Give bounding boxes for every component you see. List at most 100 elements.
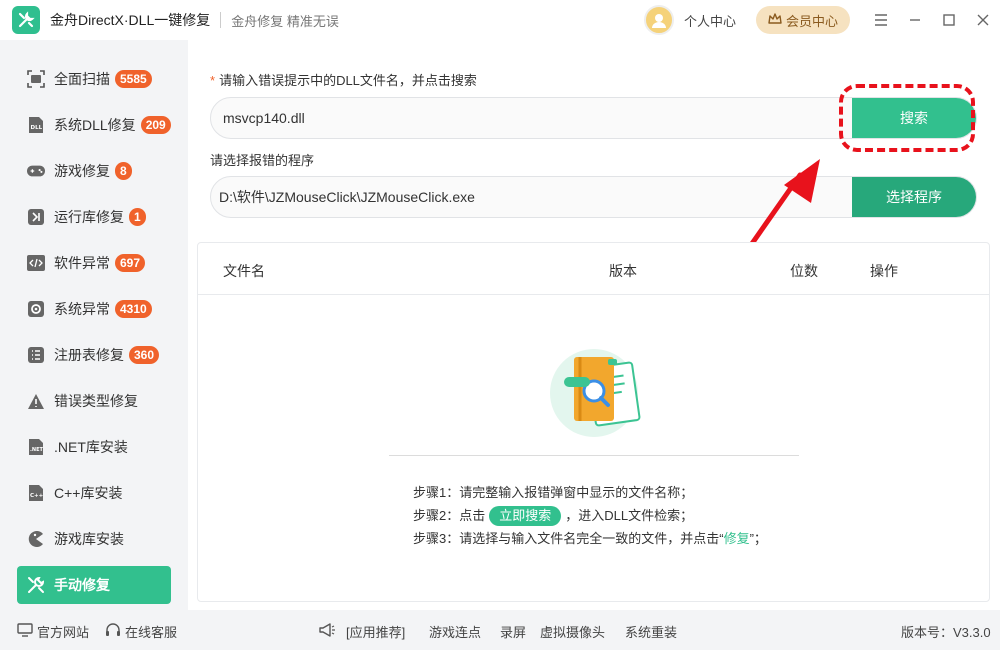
warning-icon: [27, 392, 45, 410]
choose-program-button[interactable]: 选择程序: [852, 177, 976, 217]
column-filename: 文件名: [223, 263, 265, 279]
sidebar-item-full-scan[interactable]: 全面扫描 5585: [17, 60, 171, 98]
gamepad-icon: [27, 162, 45, 180]
sidebar-item-label: 游戏库安装: [54, 531, 124, 547]
sidebar-item-label: C++库安装: [54, 485, 123, 501]
headset-icon: [105, 622, 121, 641]
instruction-steps: 步骤1：请完整输入报错弹窗中显示的文件名称； 步骤2：点击 立即搜索 ，进入DLL文…: [413, 481, 767, 550]
dll-input-label-text: 请输入错误提示中的DLL文件名，并点击搜索: [219, 73, 477, 88]
minimize-icon[interactable]: [898, 0, 932, 40]
column-action: 操作: [870, 263, 898, 279]
dll-icon: DLL: [27, 116, 45, 134]
count-badge: 360: [129, 346, 160, 364]
footer-link-virtual-camera[interactable]: 虚拟摄像头: [540, 622, 605, 641]
step-1: 步骤1：请完整输入报错弹窗中显示的文件名称；: [413, 485, 694, 500]
sidebar-item-label: 手动修复: [54, 577, 110, 593]
count-badge: 4310: [115, 300, 152, 318]
runtime-icon: [27, 208, 45, 226]
step-3-suffix: ”；: [749, 531, 767, 546]
monitor-icon: [17, 623, 33, 640]
app-recommend: [应用推荐]: [318, 622, 405, 641]
divider: [389, 455, 799, 456]
menu-icon[interactable]: [864, 0, 898, 40]
sidebar-item-label: 错误类型修复: [54, 393, 138, 409]
sidebar: 全面扫描 5585 DLL 系统DLL修复 209 游戏修复 8 运行库修复 1…: [0, 40, 188, 610]
title-divider: [220, 12, 222, 28]
vip-center-label: 会员中心: [785, 13, 838, 29]
title-bar: 金舟DirectX·DLL一键修复 金舟修复 精准无误 个人中心 会员中心: [0, 0, 1000, 40]
count-badge: 209: [140, 116, 171, 134]
sidebar-item-cpp-install[interactable]: C++ C++库安装: [17, 474, 171, 512]
app-logo: [12, 6, 40, 34]
pacman-icon: [27, 530, 45, 548]
sidebar-item-label: 运行库修复: [54, 209, 124, 225]
sidebar-item-net-install[interactable]: .NET .NET库安装: [17, 428, 171, 466]
megaphone-icon: [318, 622, 336, 641]
official-website-label: 官方网站: [37, 625, 90, 640]
step-3: 步骤3：请选择与输入文件名完全一致的文件，并点击“修复”；: [413, 527, 767, 550]
step-2: 步骤2：点击 立即搜索 ，进入DLL文件检索；: [413, 504, 767, 527]
avatar[interactable]: [643, 5, 674, 35]
sidebar-item-label: .NET库安装: [54, 439, 128, 455]
sidebar-item-manual-repair[interactable]: 手动修复: [17, 566, 171, 604]
sidebar-item-label: 游戏修复: [54, 163, 110, 179]
online-service-link[interactable]: 在线客服: [105, 622, 177, 641]
code-icon: [27, 254, 45, 272]
program-label: 请选择报错的程序: [210, 153, 315, 168]
column-bits: 位数: [790, 263, 818, 279]
maximize-icon[interactable]: [932, 0, 966, 40]
sidebar-item-runtime-repair[interactable]: 运行库修复 1: [17, 198, 171, 236]
empty-state-illustration: [550, 349, 641, 437]
step-2-suffix: ，进入DLL文件检索；: [565, 508, 694, 523]
table-header: 文件名 版本 位数 操作: [198, 243, 989, 295]
dll-name-input[interactable]: [211, 98, 852, 138]
footer-link-system-reinstall[interactable]: 系统重装: [625, 622, 677, 641]
svg-text:DLL: DLL: [31, 125, 43, 131]
count-badge: 5585: [115, 70, 152, 88]
search-now-pill: 立即搜索: [489, 506, 562, 526]
user-center-link[interactable]: 个人中心: [684, 11, 736, 30]
net-icon: .NET: [27, 438, 45, 456]
sidebar-item-error-type[interactable]: 错误类型修复: [17, 382, 171, 420]
main-panel: *请输入错误提示中的DLL文件名，并点击搜索 搜索 请选择报错的程序 选择程序 …: [188, 40, 1000, 610]
scan-icon: [27, 70, 45, 88]
sidebar-item-game-lib-install[interactable]: 游戏库安装: [17, 520, 171, 558]
sidebar-item-label: 系统异常: [54, 301, 110, 317]
footer-link-auto-clicker[interactable]: 游戏连点: [429, 622, 481, 641]
required-mark: *: [210, 73, 216, 88]
online-service-label: 在线客服: [125, 625, 178, 640]
fix-word: 修复: [723, 531, 750, 546]
app-slogan: 金舟修复 精准无误: [231, 13, 339, 29]
dll-input-label: * 请输入错误提示中的DLL文件名，并点击搜索: [210, 70, 477, 89]
sidebar-item-label: 系统DLL修复: [54, 117, 136, 133]
step-3-prefix: 步骤3：请选择与输入文件名完全一致的文件，并点击“: [413, 531, 724, 546]
count-badge: 1: [129, 208, 146, 226]
svg-text:.NET: .NET: [30, 447, 43, 453]
gear-icon: [27, 300, 45, 318]
sidebar-item-software-error[interactable]: 软件异常 697: [17, 244, 171, 282]
sidebar-item-label: 注册表修复: [54, 347, 124, 363]
file-table: 文件名 版本 位数 操作 步骤1：请完整输入报错弹窗中显示的文件名称； 步骤2：…: [197, 242, 990, 602]
count-badge: 697: [115, 254, 146, 272]
cpp-icon: C++: [27, 484, 45, 502]
sidebar-item-game-repair[interactable]: 游戏修复 8: [17, 152, 171, 190]
official-website-link[interactable]: 官方网站: [17, 622, 89, 641]
highlight-annotation: [839, 84, 975, 152]
list-icon: [27, 346, 45, 364]
footer-link-screen-record[interactable]: 录屏: [500, 622, 526, 641]
sidebar-item-system-error[interactable]: 系统异常 4310: [17, 290, 171, 328]
vip-center-button[interactable]: 会员中心: [755, 6, 850, 34]
version-label: 版本号：V3.3.0: [901, 625, 991, 640]
sidebar-item-label: 全面扫描: [54, 71, 110, 87]
app-title: 金舟DirectX·DLL一键修复: [50, 12, 211, 28]
column-version: 版本: [609, 263, 637, 279]
program-select-row: 选择程序: [210, 176, 977, 218]
close-icon[interactable]: [966, 0, 1000, 40]
sidebar-item-system-dll[interactable]: DLL 系统DLL修复 209: [17, 106, 171, 144]
wrench-icon: [27, 576, 45, 594]
svg-text:C++: C++: [30, 493, 44, 499]
sidebar-item-label: 软件异常: [54, 255, 110, 271]
count-badge: 8: [115, 162, 132, 180]
sidebar-item-registry-repair[interactable]: 注册表修复 360: [17, 336, 171, 374]
step-2-prefix: 步骤2：点击: [413, 508, 486, 523]
